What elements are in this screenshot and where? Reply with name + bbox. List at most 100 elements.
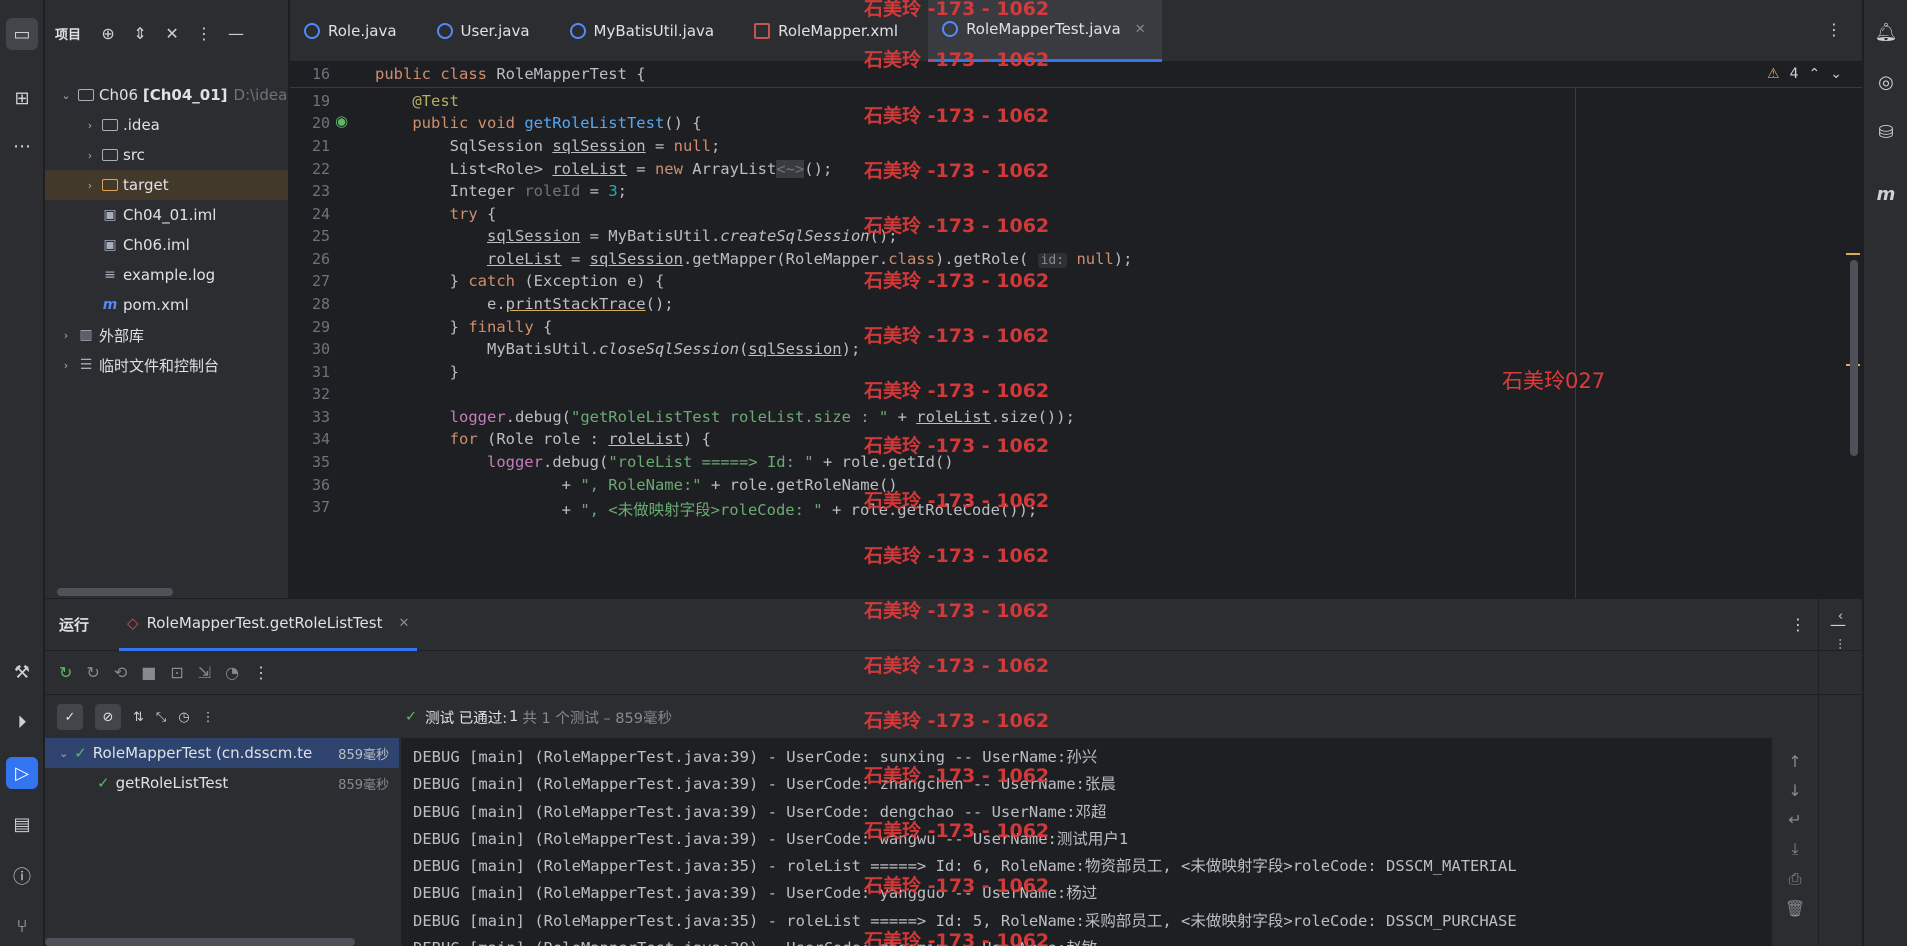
show-ignored-icon[interactable]: ⊘ <box>95 704 121 730</box>
tree-item-target[interactable]: › target <box>45 170 288 200</box>
camera-icon[interactable]: ⊡ <box>170 663 183 682</box>
watermark-name: 石美玲027 <box>1502 369 1606 393</box>
tab-user-java[interactable]: User.java <box>423 0 546 62</box>
close-icon[interactable]: ✕ <box>398 616 409 631</box>
expand-all-icon[interactable]: ⇕ <box>129 24 151 43</box>
run-panel: 运行 ◇ RoleMapperTest.getRoleListTest ✕ ⋮ … <box>45 598 1862 946</box>
terminal-icon[interactable]: ▤ <box>6 808 38 840</box>
close-icon[interactable]: ✕ <box>1135 22 1146 37</box>
check-icon: ✓ <box>97 774 110 792</box>
more-icon[interactable]: ⋮ <box>202 710 215 725</box>
code-line: } finally { <box>375 318 553 336</box>
ai-assistant-icon[interactable]: ◎ <box>1870 66 1902 98</box>
java-class-icon <box>942 21 959 37</box>
tree-item-src[interactable]: › src <box>45 140 288 170</box>
rerun-icon[interactable]: ↻ <box>59 663 72 682</box>
tree-item-ch04-iml[interactable]: ▣ Ch04_01.iml <box>45 200 288 230</box>
sort-icon[interactable]: ⇅ <box>133 710 144 725</box>
tree-item-label: pom.xml <box>123 296 189 314</box>
code-line: public void getRoleListTest() { <box>412 114 702 132</box>
module-file-icon: ▣ <box>103 207 117 223</box>
run-icon[interactable]: ▷ <box>6 757 38 789</box>
arrow-down-icon[interactable]: ↓ <box>1788 781 1801 800</box>
tab-label: User.java <box>460 21 530 40</box>
gutter[interactable]: 19 20 ◉ 21 22 23 24 25 26 27 28 29 30 31… <box>290 62 360 598</box>
horizontal-scrollbar[interactable] <box>57 588 173 596</box>
tree-item-idea[interactable]: › .idea <box>45 110 288 140</box>
more-tools-icon[interactable]: ⋯ <box>6 130 38 162</box>
tab-label: RoleMapperTest.getRoleListTest <box>146 614 383 632</box>
horizontal-scrollbar[interactable] <box>45 938 355 946</box>
chevron-down-icon[interactable]: ⌄ <box>59 747 68 760</box>
vertical-scrollbar[interactable] <box>1850 260 1858 456</box>
soft-wrap-icon[interactable]: ↵ <box>1788 810 1801 829</box>
chevron-left-icon[interactable]: ‹ <box>1838 609 1843 624</box>
options-icon[interactable]: ⋮ <box>1790 615 1806 634</box>
git-icon[interactable]: ⑂ <box>6 910 38 942</box>
structure-side-icon[interactable]: ⋯ <box>1834 638 1848 650</box>
problems-icon[interactable]: ⓘ <box>6 860 38 892</box>
code-line: @Test <box>412 92 459 110</box>
history-icon[interactable]: ◷ <box>178 710 189 725</box>
export-icon[interactable]: ⇲ <box>198 663 211 682</box>
chevron-right-icon[interactable]: › <box>83 179 97 192</box>
more-tabs-icon[interactable]: ⋮ <box>1826 20 1842 39</box>
coverage-icon[interactable]: ◔ <box>225 663 239 682</box>
options-icon[interactable]: ⋮ <box>193 24 215 43</box>
notifications-icon[interactable]: 🔔︎ <box>1870 16 1902 48</box>
arrow-up-icon[interactable]: ↑ <box>1788 752 1801 771</box>
scroll-to-end-icon[interactable]: ⤓ <box>1791 839 1798 859</box>
warning-stripe[interactable] <box>1846 253 1860 255</box>
code-line: + ", RoleName:" + role.getRoleName() <box>375 476 898 494</box>
test-case-row[interactable]: ✓ getRoleListTest 859毫秒 <box>45 768 399 798</box>
line-number: 32 <box>311 385 330 403</box>
code-line: try { <box>449 205 497 223</box>
hide-panel-icon[interactable]: — <box>225 24 247 43</box>
stop-icon[interactable]: ■ <box>141 663 156 682</box>
chevron-down-icon[interactable]: ⌄ <box>1830 66 1842 82</box>
tree-item-scratches[interactable]: › ☰ 临时文件和控制台 <box>45 350 288 380</box>
code-line: } <box>375 363 459 381</box>
tab-role-java[interactable]: Role.java <box>290 0 413 62</box>
more-icon[interactable]: ⋮ <box>253 663 269 682</box>
project-folder-icon[interactable]: ▭ <box>6 18 38 50</box>
tab-mybatisutil-java[interactable]: MyBatisUtil.java <box>556 0 731 62</box>
line-number: 24 <box>311 205 330 223</box>
test-case-label: getRoleListTest <box>115 774 229 792</box>
collapse-icon[interactable]: ⤡ <box>156 710 166 725</box>
chevron-down-icon[interactable]: ⌄ <box>59 89 73 102</box>
toggle-auto-test-icon[interactable]: ⟲ <box>114 663 127 682</box>
chevron-right-icon[interactable]: › <box>59 359 73 372</box>
maven-icon[interactable]: m <box>1870 178 1902 210</box>
tree-item-module[interactable]: ⌄ Ch06 [Ch04_01] D:\idea <box>45 80 288 110</box>
chevron-right-icon[interactable]: › <box>83 149 97 162</box>
console-output[interactable]: DEBUG [main] (RoleMapperTest.java:39) - … <box>401 738 1772 946</box>
test-suite-row[interactable]: ⌄ ✓ RoleMapperTest (cn.dsscm.te 859毫秒 <box>45 738 399 768</box>
trash-icon[interactable]: 🗑︎ <box>1785 899 1805 918</box>
structure-icon[interactable]: ⊞ <box>6 82 38 114</box>
code-area[interactable]: @Test public void getRoleListTest() { Sq… <box>375 62 1822 598</box>
rerun-failed-icon[interactable]: ↻ <box>86 663 99 682</box>
chevron-right-icon[interactable]: › <box>59 329 73 342</box>
tab-run-config[interactable]: ◇ RoleMapperTest.getRoleListTest ✕ <box>119 599 418 651</box>
tree-item-example-log[interactable]: ≡ example.log <box>45 260 288 290</box>
project-panel-title[interactable]: 项目 <box>55 24 81 43</box>
tree-item-pom[interactable]: m pom.xml <box>45 290 288 320</box>
show-passed-icon[interactable]: ✓ <box>57 704 83 730</box>
tab-rolemappertest-java[interactable]: RoleMapperTest.java ✕ <box>928 0 1162 62</box>
services-icon[interactable]: ⏵ <box>6 706 38 738</box>
print-icon[interactable]: ⎙ <box>1789 869 1802 889</box>
build-hammer-icon[interactable]: ⚒ <box>6 656 38 688</box>
test-suite-label: RoleMapperTest (cn.dsscm.te <box>92 744 313 762</box>
tree-item-external-libs[interactable]: › ▥ 外部库 <box>45 320 288 350</box>
tree-item-ch06-iml[interactable]: ▣ Ch06.iml <box>45 230 288 260</box>
collapse-all-icon[interactable]: ✕ <box>161 24 183 43</box>
code-line: roleList = sqlSession.getMapper(RoleMapp… <box>486 250 1133 268</box>
run-test-gutter-icon[interactable]: ◉ <box>335 112 348 130</box>
tab-rolemapper-xml[interactable]: RoleMapper.xml <box>740 0 914 62</box>
console-line: DEBUG [main] (RoleMapperTest.java:39) - … <box>401 935 1772 946</box>
line-number: 31 <box>311 363 330 381</box>
chevron-right-icon[interactable]: › <box>83 119 97 132</box>
database-icon[interactable]: ⛁ <box>1870 116 1902 148</box>
locate-icon[interactable]: ⊕ <box>97 24 119 43</box>
